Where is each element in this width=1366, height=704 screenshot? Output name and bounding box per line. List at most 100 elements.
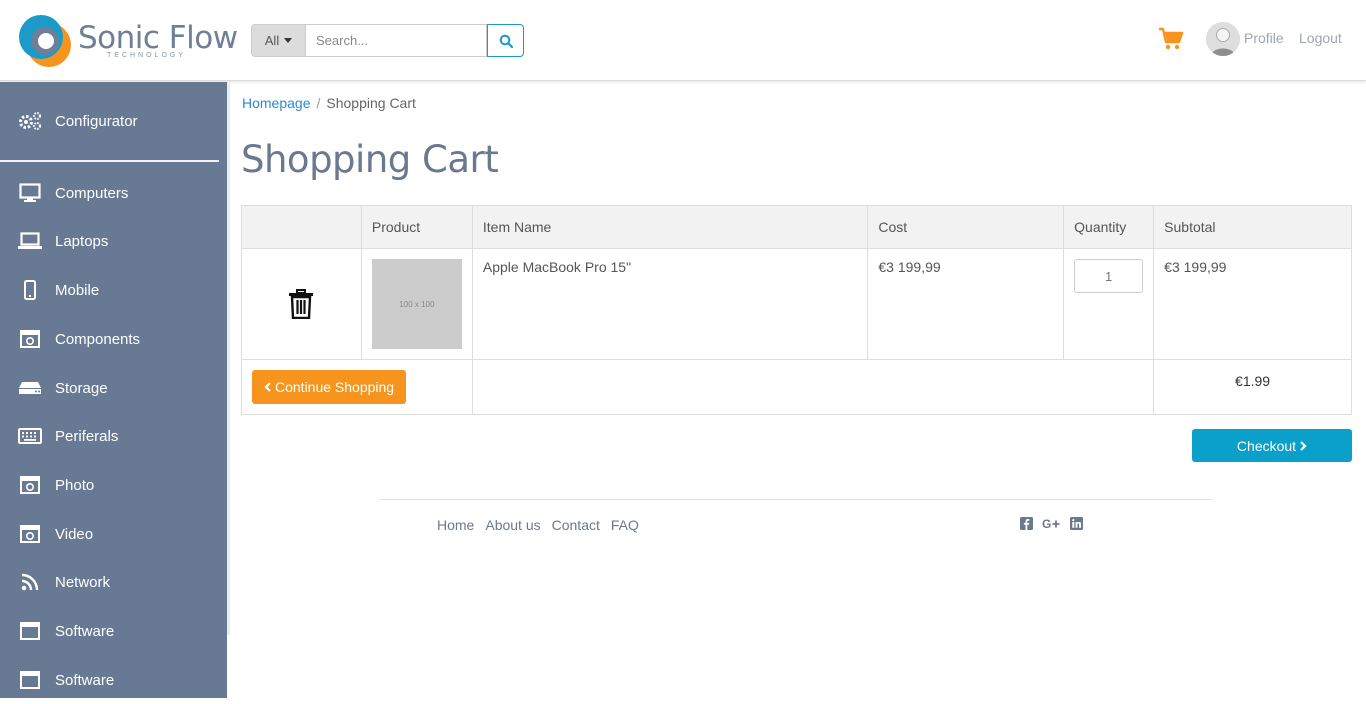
continue-shopping-button[interactable]: Continue Shopping [252,370,407,404]
brand-logo[interactable]: Sonic Flow TECHNOLOGY [19,14,238,70]
column-header-item-name: Item Name [471,205,869,249]
logo-icon [19,15,71,67]
sidebar-item-periferals[interactable]: Periferals [0,412,227,460]
sidebar-item-photo[interactable]: Photo [0,461,227,509]
brand-tagline: TECHNOLOGY [107,52,187,59]
table-footer-row: Continue Shopping €1.99 [241,359,1352,415]
column-header-remove [241,205,362,249]
gears-icon [18,110,42,132]
sidebar-item-software[interactable]: Software [0,607,227,655]
column-header-product: Product [360,205,473,249]
video-icon [18,523,42,545]
chevron-left-icon [264,382,271,392]
sidebar-item-label: Storage [55,379,108,397]
brand-name: Sonic Flow [78,20,238,56]
monitor-icon [18,182,42,204]
breadcrumb: Homepage / Shopping Cart [242,95,416,111]
sidebar-item-label: Mobile [55,281,100,299]
search-icon [499,34,513,48]
trash-icon[interactable] [288,289,314,319]
mobile-icon [18,279,42,301]
component-icon [18,328,42,350]
empty-footer-cell [471,359,1155,415]
table-header-row: Product Item Name Cost Quantity Subtotal [241,205,1352,249]
sidebar-item-label: Software [55,671,115,689]
sidebar-item-label: Photo [55,476,95,494]
linkedin-icon[interactable] [1070,517,1083,530]
table-row: 100 x 100 Apple MacBook Pro 15" €3 199,9… [241,248,1352,360]
caret-down-icon [284,38,293,43]
cart-icon[interactable] [1158,27,1184,51]
rss-icon [18,571,42,593]
laptop-icon [18,230,42,252]
chevron-right-icon [1300,440,1307,451]
sidebar-item-label: Laptops [55,232,109,250]
column-header-quantity: Quantity [1063,205,1155,249]
google-plus-icon[interactable]: G [1042,518,1061,530]
sidebar-item-mobile[interactable]: Mobile [0,266,227,314]
breadcrumb-current: Shopping Cart [326,95,416,111]
column-header-subtotal: Subtotal [1153,205,1352,249]
sidebar-item-label: Video [55,525,94,543]
search-bar: All [251,24,524,57]
quantity-input[interactable] [1074,259,1144,293]
hdd-icon [18,377,42,399]
checkout-label: Checkout [1236,437,1297,454]
footer-link-home[interactable]: Home [437,517,474,533]
sidebar-item-label: Computers [55,184,129,202]
cart-total: €1.99 [1153,359,1352,415]
search-button[interactable] [487,24,524,57]
sidebar-item-label: Configurator [55,112,138,130]
sidebar-item-label: Periferals [55,427,119,445]
subtotal-cell: €3 199,99 [1153,248,1352,360]
breadcrumb-separator: / [316,95,321,111]
sidebar-item-label: Software [55,622,115,640]
thumbnail-placeholder-label: 100 x 100 [399,299,435,309]
sidebar-item-configurator[interactable]: Configurator [0,82,219,162]
social-links: G [1020,517,1083,530]
sidebar-item-storage[interactable]: Storage [0,364,227,412]
avatar[interactable] [1206,22,1240,56]
window-icon [18,620,42,642]
sidebar-item-computers[interactable]: Computers [0,169,227,217]
footer-divider [379,499,1213,500]
cost-cell: €3 199,99 [867,248,1065,360]
continue-cell: Continue Shopping [241,359,473,415]
breadcrumb-home-link[interactable]: Homepage [242,95,311,111]
sidebar-item-label: Components [55,330,141,348]
page-title: Shopping Cart [241,138,499,181]
column-header-cost: Cost [867,205,1065,249]
keyboard-icon [18,425,42,447]
profile-link[interactable]: Profile [1244,30,1284,46]
logout-link[interactable]: Logout [1299,30,1342,46]
remove-cell [241,248,362,360]
footer-link-faq[interactable]: FAQ [611,517,639,533]
user-avatar-icon [1206,22,1240,56]
facebook-icon[interactable] [1020,517,1033,530]
sidebar: Configurator Computers Laptops Mobile Co… [0,82,227,698]
footer-links: Home About us Contact FAQ [437,517,639,533]
quantity-cell [1063,248,1155,360]
svg-text:G: G [1042,518,1051,530]
sidebar-scrollbar[interactable] [227,82,230,635]
sidebar-item-label: Network [55,573,111,591]
footer-link-about[interactable]: About us [485,517,540,533]
sidebar-item-software-2[interactable]: Software [0,656,227,704]
sidebar-item-network[interactable]: Network [0,558,227,606]
continue-shopping-label: Continue Shopping [275,379,395,395]
search-category-dropdown[interactable]: All [251,24,306,57]
top-header: Sonic Flow TECHNOLOGY All Profile Logout [0,0,1366,81]
product-cell: 100 x 100 [360,248,473,360]
sidebar-item-components[interactable]: Components [0,315,227,363]
search-input[interactable] [306,24,487,57]
window-icon [18,669,42,691]
camera-icon [18,474,42,496]
sidebar-item-laptops[interactable]: Laptops [0,217,227,265]
sidebar-item-video[interactable]: Video [0,510,227,558]
footer-link-contact[interactable]: Contact [552,517,600,533]
product-thumbnail[interactable]: 100 x 100 [371,259,462,349]
cart-table: Product Item Name Cost Quantity Subtotal… [241,205,1352,415]
item-name-cell: Apple MacBook Pro 15" [471,248,869,360]
search-category-label: All [264,33,280,48]
checkout-button[interactable]: Checkout [1192,429,1352,462]
